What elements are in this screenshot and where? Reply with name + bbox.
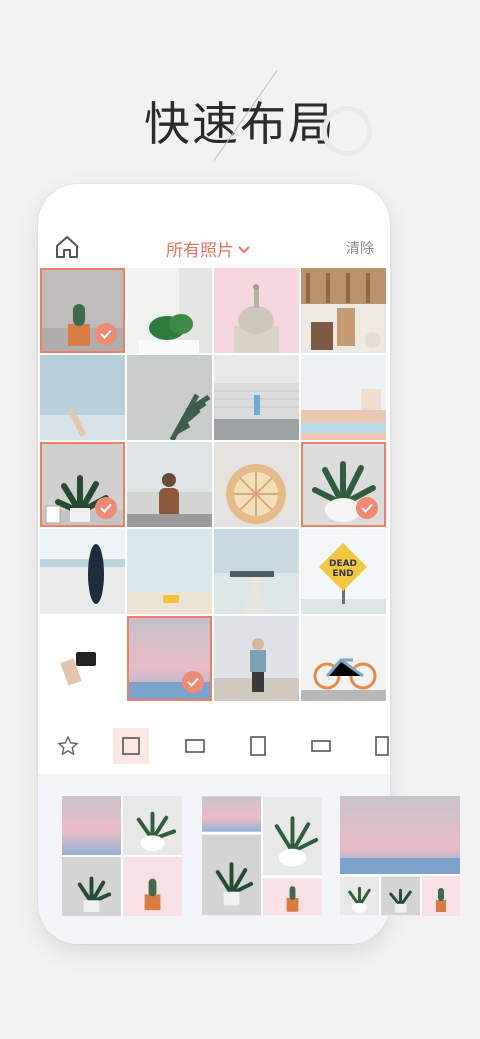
photo-succulent-bowl[interactable] — [301, 442, 386, 527]
layout-square-button[interactable] — [113, 728, 149, 764]
layout-landscape-button[interactable] — [177, 728, 213, 764]
preview-pane — [263, 796, 322, 876]
preview-pane — [202, 834, 261, 916]
photo-boy-rocks[interactable] — [214, 616, 299, 701]
photo-desserts-table[interactable] — [301, 268, 386, 353]
album-selector[interactable]: 所有照片 — [166, 236, 250, 261]
photo-dead-end-sign[interactable]: DEAD END — [301, 529, 386, 614]
sign-text: DEAD END — [328, 559, 358, 579]
preview-pane — [62, 857, 121, 916]
photo-woman-beach[interactable] — [127, 442, 212, 527]
layout-wide-button[interactable] — [303, 728, 339, 764]
check-icon — [182, 671, 204, 693]
clear-button[interactable]: 清除 — [346, 238, 374, 258]
check-icon — [95, 323, 117, 345]
photo-capitol-dome[interactable] — [214, 268, 299, 353]
check-icon — [356, 497, 378, 519]
star-icon — [58, 736, 78, 755]
layout-portrait-button[interactable] — [240, 728, 276, 764]
photo-bicycle[interactable] — [301, 616, 386, 701]
photo-pastel-pool[interactable] — [301, 355, 386, 440]
photo-hand-sky[interactable] — [40, 355, 125, 440]
photo-pier[interactable] — [214, 529, 299, 614]
preview-pane — [340, 876, 379, 916]
photo-grid: DEAD END — [40, 268, 388, 716]
landscape-layout-icon — [185, 739, 205, 753]
square-layout-icon — [122, 737, 140, 755]
favorite-button[interactable] — [50, 728, 86, 764]
photo-beach-car[interactable] — [127, 529, 212, 614]
photo-cactus-pot[interactable] — [40, 268, 125, 353]
album-label: 所有照片 — [166, 241, 234, 261]
preview-pane — [62, 796, 121, 855]
preview-pane — [381, 876, 420, 916]
layout-toolbar — [38, 724, 390, 768]
preview-pane — [123, 857, 182, 916]
photo-hand-camera[interactable] — [40, 616, 125, 701]
photo-plant-frame[interactable] — [40, 442, 125, 527]
preview-pane — [123, 796, 182, 855]
preview-pane — [422, 876, 460, 916]
layout-preview-1[interactable] — [62, 796, 182, 916]
chevron-down-icon — [238, 245, 250, 253]
preview-pane — [202, 796, 261, 832]
layout-preview-2[interactable] — [202, 796, 322, 916]
photo-palm-leaf[interactable] — [127, 355, 212, 440]
portrait-layout-icon — [250, 736, 266, 756]
photo-pastel-horizon[interactable] — [127, 616, 212, 701]
home-icon — [56, 236, 78, 258]
tall-layout-icon — [375, 736, 389, 756]
wide-layout-icon — [311, 740, 331, 752]
photo-walker-wall[interactable] — [214, 355, 299, 440]
preview-pane — [263, 878, 322, 916]
photo-pie[interactable] — [214, 442, 299, 527]
photo-surfboard[interactable] — [40, 529, 125, 614]
top-bar: 所有照片 清除 — [38, 224, 390, 268]
layout-preview-3[interactable] — [340, 796, 460, 916]
preview-pane — [340, 796, 460, 874]
photo-monstera-leaves[interactable] — [127, 268, 212, 353]
home-button[interactable] — [54, 235, 80, 259]
layout-tall-button[interactable] — [364, 728, 390, 764]
decor-ring — [322, 106, 372, 156]
check-icon — [95, 497, 117, 519]
